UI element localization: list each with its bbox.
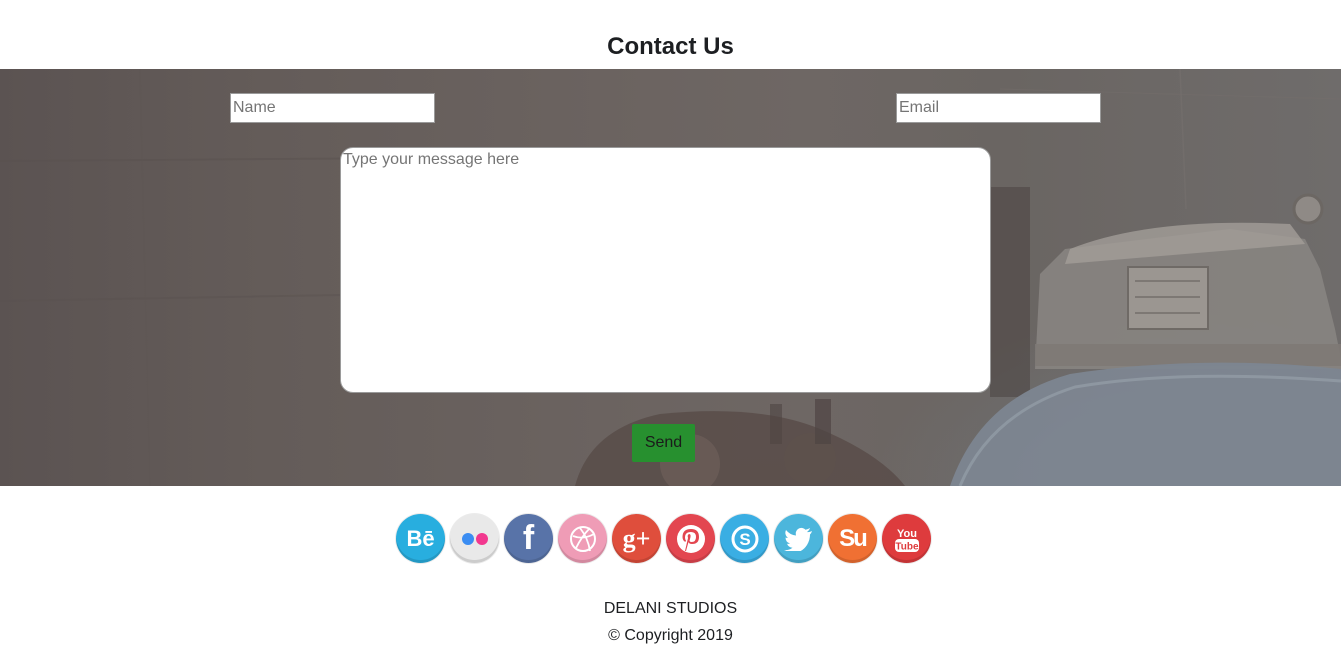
footer-brand: DELANI STUDIOS xyxy=(603,600,738,617)
svg-text:You: You xyxy=(897,528,917,540)
twitter-icon[interactable] xyxy=(774,514,823,563)
google-plus-icon[interactable]: g+ xyxy=(612,514,661,563)
message-field[interactable] xyxy=(340,147,991,393)
contact-page: Contact Us Name Email Type your message … xyxy=(0,0,1341,653)
stumbleupon-icon[interactable]: Su xyxy=(828,514,877,563)
pinterest-icon[interactable] xyxy=(666,514,715,563)
page-title: Contact Us xyxy=(607,33,734,60)
behance-icon[interactable]: Bē xyxy=(396,514,445,563)
name-field[interactable] xyxy=(230,93,435,123)
skype-icon[interactable]: S xyxy=(720,514,769,563)
send-button[interactable]: Send xyxy=(632,424,695,462)
flickr-icon[interactable] xyxy=(450,514,499,563)
email-field[interactable] xyxy=(896,93,1101,123)
youtube-icon[interactable]: You Tube xyxy=(882,514,931,563)
contact-form-section: Send xyxy=(0,69,1341,486)
svg-text:S: S xyxy=(739,530,750,549)
footer-copyright: © Copyright 2019 xyxy=(608,627,733,644)
svg-text:Tube: Tube xyxy=(895,541,919,552)
facebook-icon[interactable]: f xyxy=(504,514,553,563)
social-links: Bē f g+ S Su You Tube xyxy=(396,514,931,564)
dribbble-icon[interactable] xyxy=(558,514,607,563)
